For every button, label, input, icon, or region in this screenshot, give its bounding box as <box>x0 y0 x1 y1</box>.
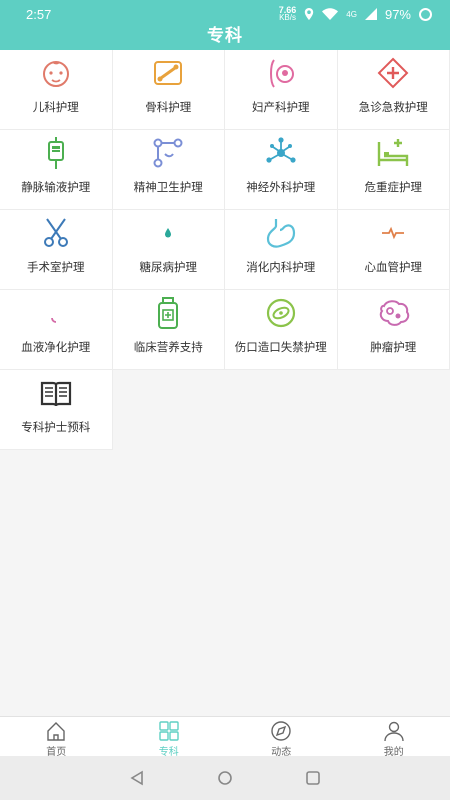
category-item[interactable]: 伤口造口失禁护理 <box>225 290 338 370</box>
category-label: 静脉输液护理 <box>21 182 91 194</box>
grid-icon <box>158 720 180 742</box>
category-item[interactable]: 临床营养支持 <box>112 290 225 370</box>
location-icon <box>305 8 314 20</box>
nutrition-bottle-icon <box>151 296 185 330</box>
category-label: 消化内科护理 <box>246 262 316 274</box>
category-label: 手术室护理 <box>27 262 85 274</box>
category-label: 骨科护理 <box>145 102 192 114</box>
status-time: 2:57 <box>26 7 52 22</box>
heart-pulse-icon <box>376 216 410 250</box>
signal-type: 4G <box>346 9 357 19</box>
category-label: 肿瘤护理 <box>370 342 417 354</box>
signal-icon <box>364 8 377 20</box>
mental-health-icon <box>151 136 185 170</box>
home-icon <box>45 720 67 742</box>
battery-level: 97% <box>384 6 411 22</box>
home-button[interactable] <box>216 769 234 787</box>
category-label: 伤口造口失禁护理 <box>234 342 327 354</box>
category-item[interactable]: 静脉输液护理 <box>0 130 113 210</box>
category-label: 糖尿病护理 <box>139 262 198 274</box>
person-icon <box>383 720 405 742</box>
battery-icon <box>419 7 432 21</box>
back-button[interactable] <box>128 769 146 787</box>
tab-item[interactable]: 我的 <box>338 717 450 758</box>
page-title: 专科 <box>207 26 243 45</box>
wound-icon <box>264 296 298 330</box>
recents-button[interactable] <box>304 769 322 787</box>
category-label: 精神卫生护理 <box>133 182 203 194</box>
category-item[interactable]: 危重症护理 <box>337 130 450 210</box>
category-item[interactable]: 肿瘤护理 <box>337 290 450 370</box>
category-item[interactable]: 精神卫生护理 <box>112 130 225 210</box>
category-label: 妇产科护理 <box>252 102 310 114</box>
category-item[interactable]: 心血管护理 <box>337 210 450 290</box>
hospital-bed-icon <box>376 136 410 170</box>
category-label: 心血管护理 <box>364 262 423 274</box>
bottom-tab-bar: 首页 专科 动态 我的 <box>0 716 450 758</box>
iv-drip-icon <box>39 136 73 170</box>
tab-item[interactable]: 专科 <box>113 717 226 758</box>
category-item[interactable]: 妇产科护理 <box>225 50 338 130</box>
stomach-icon <box>264 216 298 250</box>
category-label: 临床营养支持 <box>133 342 203 354</box>
neuron-icon <box>264 136 298 170</box>
net-speed: 7.66 KB/s <box>278 5 297 22</box>
category-grid: 儿科护理 骨科护理 妇产科护理 急诊急救护理静脉输液护理 精神卫生护理 神经外科护理 危重症… <box>0 50 450 450</box>
blood-drop-icon <box>39 296 73 330</box>
tumor-icon <box>376 296 410 330</box>
baby-face-icon <box>39 56 73 90</box>
tab-item[interactable]: 动态 <box>225 717 338 758</box>
system-nav-bar <box>0 756 450 800</box>
bone-icon <box>151 56 185 90</box>
status-icons: 7.66 KB/s 4G 97% <box>279 6 432 22</box>
category-item[interactable]: 糖尿病护理 <box>112 210 225 290</box>
compass-icon <box>270 720 292 742</box>
category-item[interactable]: 消化内科护理 <box>225 210 338 290</box>
app-header: 2:57 7.66 KB/s 4G 97% 专科 <box>0 0 450 50</box>
category-label: 儿科护理 <box>32 102 79 114</box>
heart-drop-icon <box>151 216 185 250</box>
category-label: 危重症护理 <box>364 182 423 194</box>
tab-item[interactable]: 首页 <box>0 717 113 758</box>
category-item[interactable]: 手术室护理 <box>0 210 113 290</box>
category-item[interactable]: 神经外科护理 <box>225 130 338 210</box>
category-item[interactable]: 急诊急救护理 <box>337 50 450 130</box>
pregnant-icon <box>264 56 298 90</box>
wifi-icon <box>322 8 339 20</box>
category-label: 急诊急救护理 <box>358 102 428 114</box>
category-item[interactable]: 儿科护理 <box>0 50 113 130</box>
category-label: 血液净化护理 <box>21 342 91 354</box>
category-item[interactable]: 骨科护理 <box>112 50 225 130</box>
category-label: 神经外科护理 <box>246 182 316 194</box>
scissors-icon <box>39 216 73 250</box>
emergency-cross-icon <box>376 56 410 90</box>
category-item[interactable]: 血液净化护理 <box>0 290 113 370</box>
open-book-icon <box>39 376 73 410</box>
category-item[interactable]: 专科护士预科 <box>0 370 113 450</box>
category-label: 专科护士预科 <box>21 422 91 434</box>
